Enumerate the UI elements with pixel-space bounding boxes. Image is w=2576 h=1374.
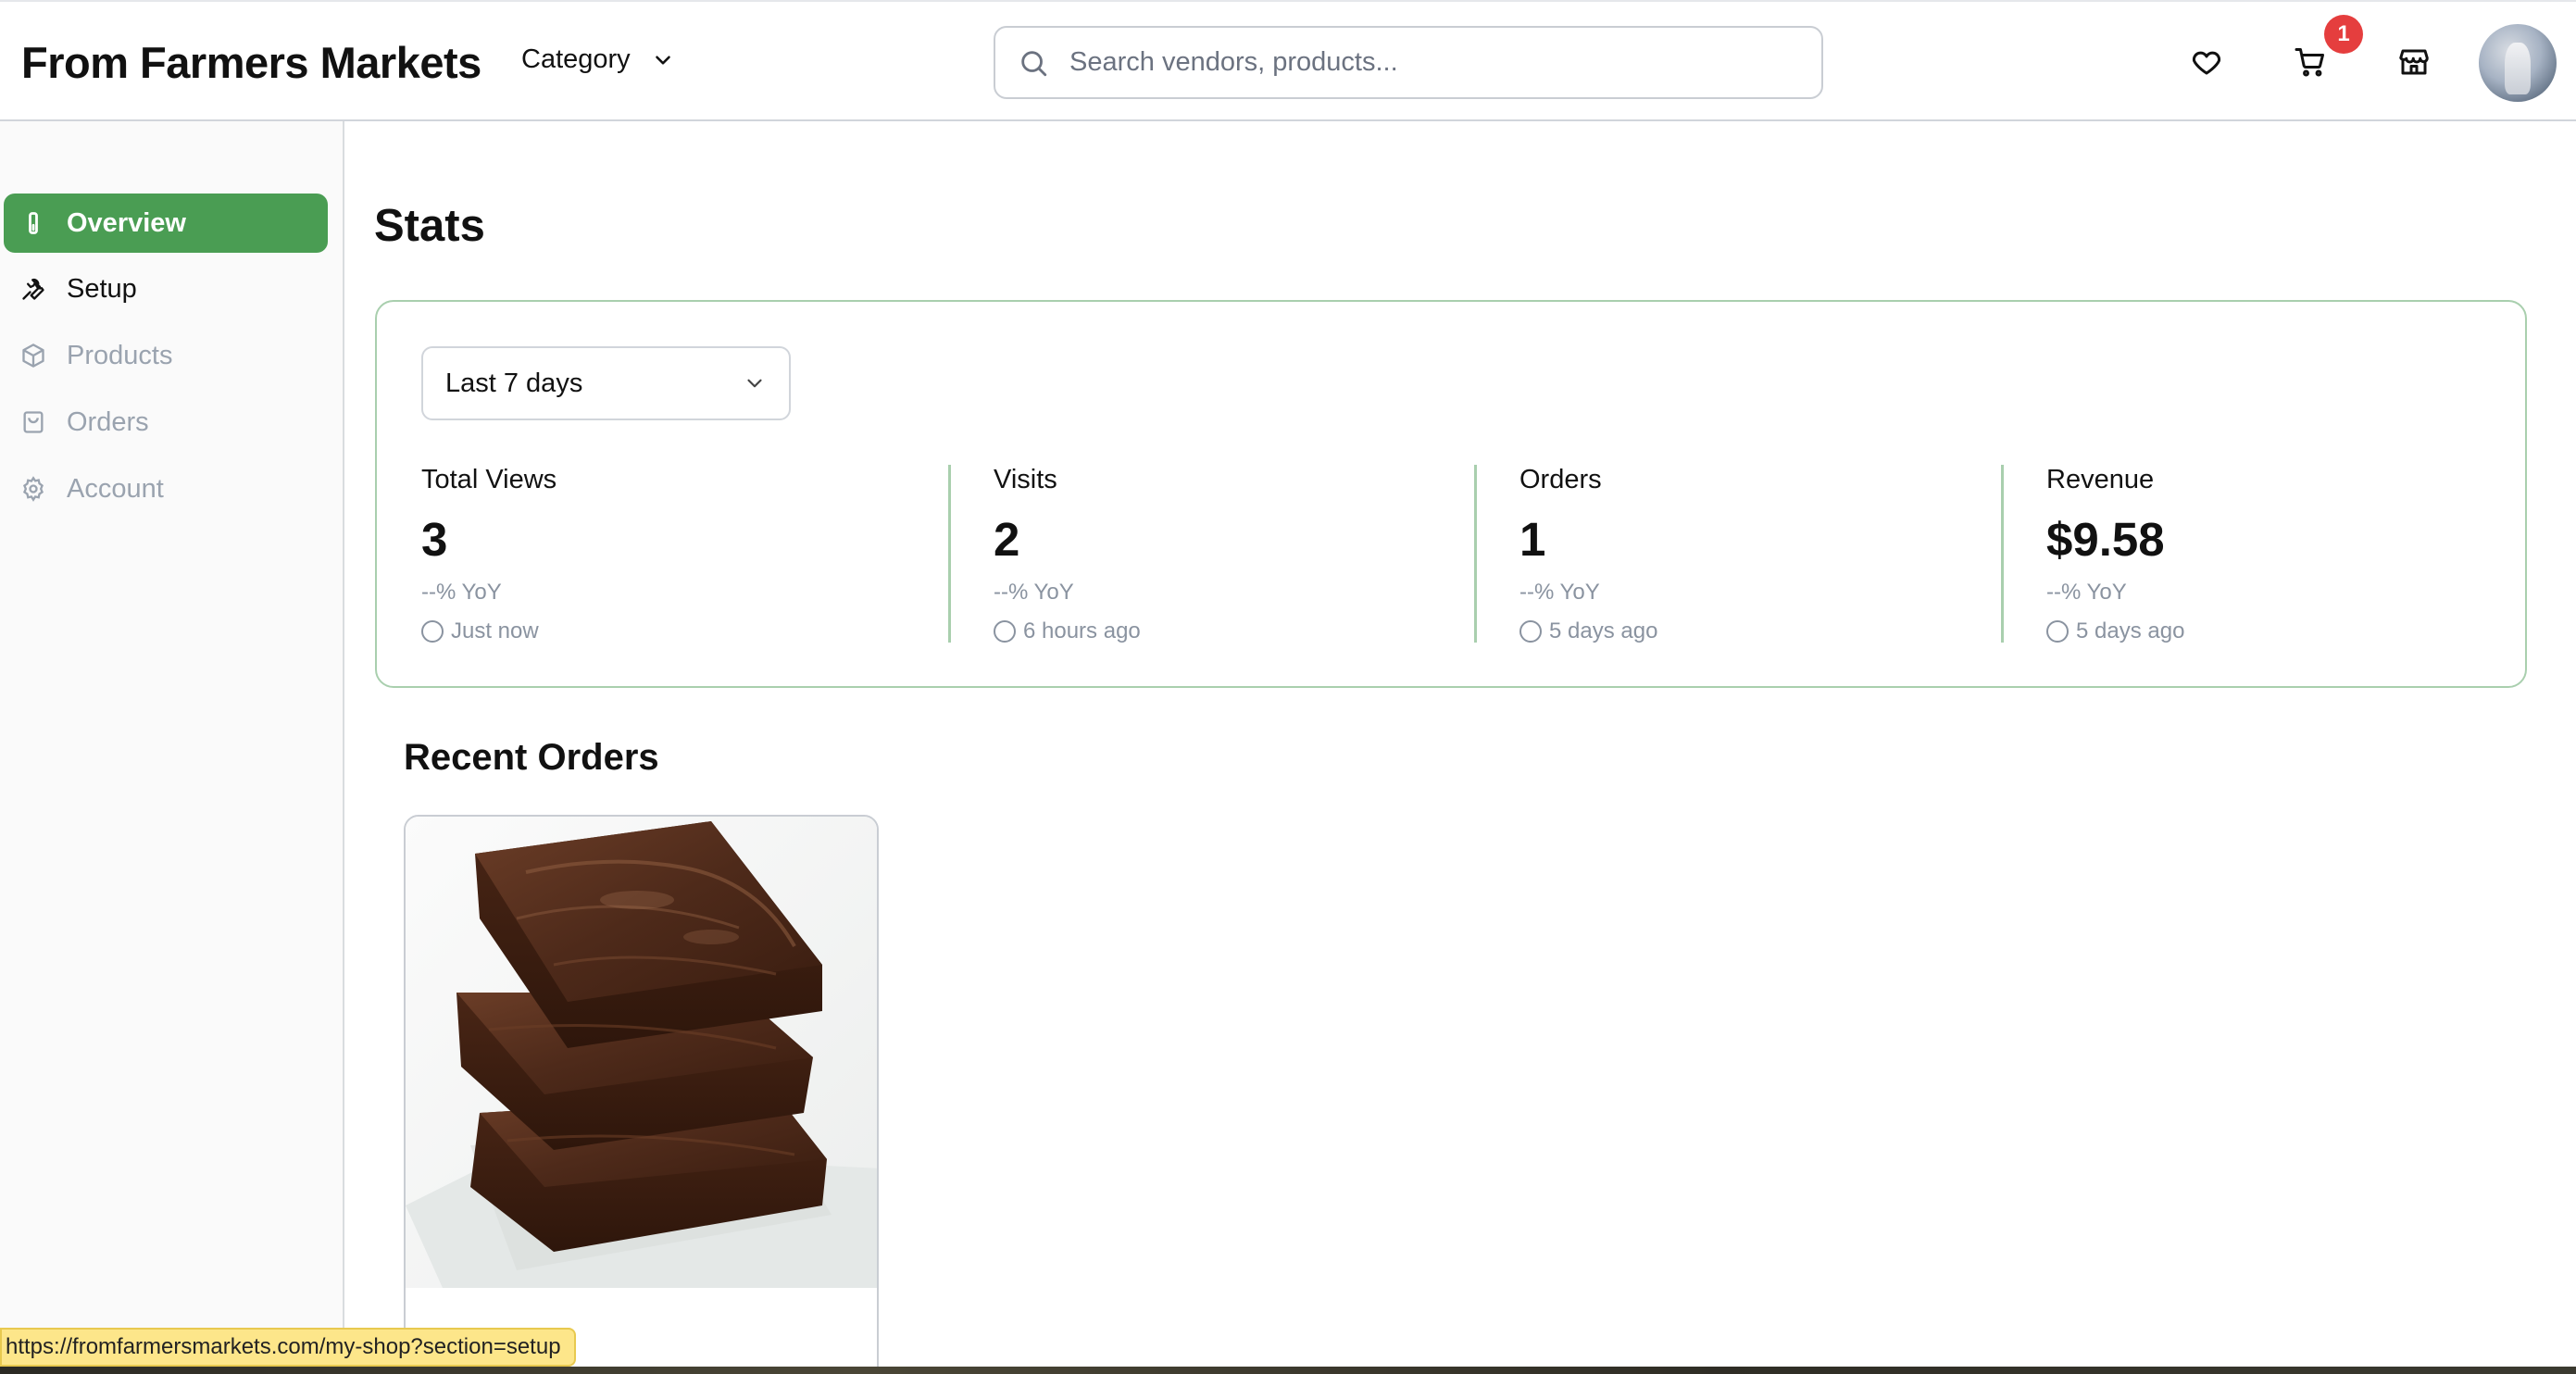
order-card[interactable] (404, 815, 879, 1374)
user-avatar[interactable] (2479, 24, 2557, 102)
stat-total-views: Total Views 3 --% YoY Just now (421, 465, 949, 643)
sidebar-item-label: Products (67, 340, 173, 370)
top-header: From Farmers Markets Category 1 (0, 0, 2576, 121)
stat-label: Total Views (421, 465, 557, 494)
category-dropdown[interactable]: Category (521, 44, 675, 75)
window-bottom-edge (0, 1367, 2576, 1374)
date-range-value: Last 7 days (445, 368, 583, 398)
wrench-icon (22, 278, 44, 300)
stat-yoy: --% YoY (1519, 580, 1600, 605)
search-icon (1021, 50, 1047, 76)
stat-updated: 6 hours ago (994, 618, 1474, 644)
search-bar[interactable] (994, 26, 1823, 99)
page: From Farmers Markets Category 1 Overview (0, 0, 2576, 1374)
sidebar-item-label: Setup (67, 273, 137, 304)
stat-updated: 5 days ago (2046, 618, 2482, 644)
stat-orders: Orders 1 --% YoY 5 days ago (1474, 465, 2001, 643)
stat-value: 2 (994, 513, 1020, 566)
stat-label: Orders (1519, 465, 1602, 494)
stat-updated: 5 days ago (1519, 618, 2001, 644)
clock-icon (421, 620, 444, 643)
stat-updated: Just now (421, 618, 949, 644)
sidebar-item-label: Overview (67, 207, 186, 238)
avatar-figure (2505, 43, 2531, 94)
stat-yoy: --% YoY (421, 580, 502, 605)
stat-time: Just now (451, 618, 539, 643)
stat-time: 5 days ago (1549, 618, 1658, 643)
page-title: Stats (374, 201, 485, 251)
stat-value: $9.58 (2046, 513, 2165, 566)
sidebar-item-overview[interactable]: Overview (4, 194, 328, 253)
sidebar-item-orders[interactable]: Orders (4, 393, 328, 452)
stat-yoy: --% YoY (994, 580, 1074, 605)
box-icon (22, 344, 44, 368)
search-input[interactable] (1069, 47, 1821, 78)
chevron-down-icon (747, 379, 762, 388)
clock-icon (1519, 620, 1542, 643)
sidebar-item-setup[interactable]: Setup (4, 259, 328, 319)
shop-button[interactable] (2393, 41, 2435, 83)
gear-icon (23, 476, 44, 502)
shopping-bag-icon (23, 411, 44, 433)
heart-icon (2192, 51, 2221, 75)
stat-yoy: --% YoY (2046, 580, 2127, 605)
stat-time: 6 hours ago (1023, 618, 1141, 643)
clock-icon (2046, 620, 2069, 643)
order-product-image (406, 817, 877, 1288)
clock-icon (994, 620, 1016, 643)
date-range-select[interactable]: Last 7 days (421, 346, 791, 420)
cart-button[interactable] (2289, 41, 2332, 83)
stat-value: 3 (421, 513, 448, 566)
stat-time: 5 days ago (2076, 618, 2185, 643)
category-label: Category (521, 44, 631, 74)
chevron-down-icon (655, 55, 670, 65)
favorites-button[interactable] (2185, 41, 2228, 83)
store-icon (2399, 49, 2429, 75)
brand-logo[interactable]: From Farmers Markets (21, 37, 481, 88)
sidebar: Overview Setup Products Orders Account (0, 121, 344, 1374)
stat-visits: Visits 2 --% YoY 6 hours ago (948, 465, 1474, 643)
stat-value: 1 (1519, 513, 1546, 566)
sidebar-item-label: Account (67, 473, 164, 504)
stats-card: Last 7 days Total Views 3 --% YoY Just n… (375, 300, 2527, 688)
sidebar-item-label: Orders (67, 406, 149, 437)
thermometer-icon (29, 212, 38, 234)
stat-label: Revenue (2046, 465, 2155, 494)
stat-label: Visits (994, 465, 1057, 494)
recent-orders-heading: Recent Orders (404, 737, 659, 778)
stat-revenue: Revenue $9.58 --% YoY 5 days ago (2001, 465, 2482, 643)
cart-count-badge: 1 (2324, 15, 2363, 54)
cart-icon (2295, 48, 2324, 77)
sidebar-item-account[interactable]: Account (4, 459, 328, 518)
link-preview-status: https://fromfarmersmarkets.com/my-shop?s… (0, 1328, 576, 1367)
sidebar-item-products[interactable]: Products (4, 326, 328, 385)
